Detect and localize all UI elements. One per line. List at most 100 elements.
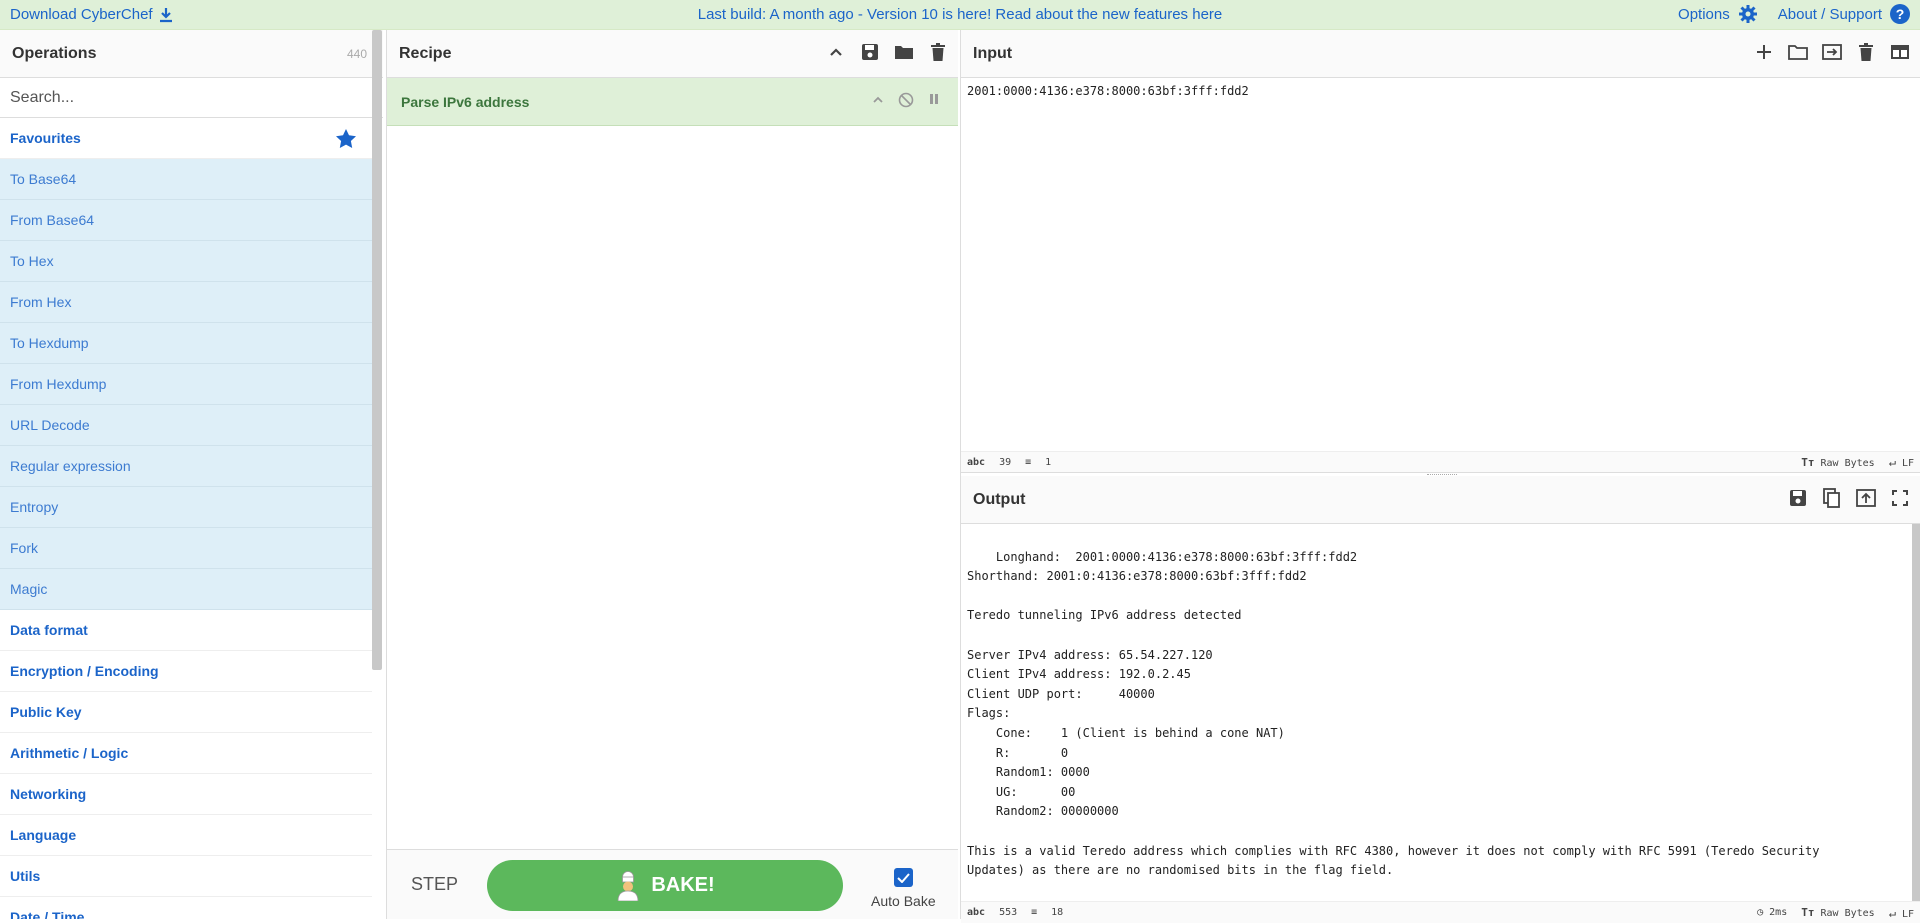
text-format-icon: Tт <box>1801 906 1815 919</box>
bake-area: STEP BAKE! Auto Bake <box>387 849 958 919</box>
recipe-header: Recipe <box>387 30 958 78</box>
download-label[interactable]: Download CyberChef <box>10 6 153 23</box>
line-count-icon: ≡ <box>1025 456 1032 468</box>
auto-bake-label: Auto Bake <box>871 893 936 909</box>
release-notice-link[interactable]: Last build: A month ago - Version 10 is … <box>698 6 1223 23</box>
operation-item[interactable]: From Hexdump <box>0 364 372 405</box>
operation-item[interactable]: Magic <box>0 569 372 610</box>
maximise-output-icon[interactable] <box>1890 488 1910 508</box>
output-encoding-label: Raw Bytes <box>1820 908 1875 919</box>
category-item[interactable]: Language <box>0 815 372 856</box>
options-button[interactable]: Options <box>1678 6 1730 23</box>
category-favourites[interactable]: Favourites <box>0 118 372 159</box>
operations-panel: Operations 440 Favourites To Base64From … <box>0 30 383 919</box>
load-recipe-icon[interactable] <box>894 42 914 62</box>
reset-layout-icon[interactable] <box>1890 42 1910 62</box>
category-item[interactable]: Date / Time <box>0 897 372 919</box>
category-item[interactable]: Networking <box>0 774 372 815</box>
output-content: Longhand: 2001:0000:4136:e378:8000:63bf:… <box>967 549 1820 878</box>
input-char-count: 39 <box>999 456 1012 468</box>
add-input-icon[interactable] <box>1754 42 1774 62</box>
download-icon[interactable] <box>159 7 173 23</box>
char-count-icon: abc <box>967 456 986 468</box>
operations-search-input[interactable] <box>0 78 383 118</box>
operation-item[interactable]: To Hex <box>0 241 372 282</box>
text-format-icon: Tт <box>1801 455 1815 469</box>
recipe-title: Recipe <box>399 44 452 62</box>
operation-item[interactable]: Fork <box>0 528 372 569</box>
bake-time: ◷ 2ms <box>1757 907 1787 918</box>
operations-scrollbar[interactable] <box>372 30 382 670</box>
collapse-operation-icon[interactable] <box>872 92 884 111</box>
star-icon[interactable] <box>336 129 356 148</box>
category-item[interactable]: Utils <box>0 856 372 897</box>
auto-bake-checkbox[interactable] <box>893 868 913 887</box>
operation-item[interactable]: URL Decode <box>0 405 372 446</box>
recipe-operation-name: Parse IPv6 address <box>401 93 530 110</box>
copy-output-icon[interactable] <box>1822 488 1842 508</box>
pause-operation-icon[interactable] <box>928 92 940 111</box>
download-link[interactable]: Download CyberChef <box>10 6 173 23</box>
auto-bake-toggle[interactable]: Auto Bake <box>871 868 936 909</box>
operation-item[interactable]: Entropy <box>0 487 372 528</box>
step-button[interactable]: STEP <box>411 874 458 895</box>
recipe-panel: Recipe Parse IPv6 address STEP BAKE! Aut… <box>386 30 958 919</box>
disable-operation-icon[interactable] <box>898 92 914 111</box>
category-item[interactable]: Public Key <box>0 692 372 733</box>
io-panel: Input 2001:0000:4136:e378:8000:63bf:3fff… <box>960 30 1920 923</box>
line-count-icon: ≡ <box>1031 907 1038 918</box>
output-char-count: 553 <box>999 907 1018 918</box>
operation-item[interactable]: Regular expression <box>0 446 372 487</box>
save-output-icon[interactable] <box>1788 488 1808 508</box>
bake-label: BAKE! <box>651 874 715 896</box>
operations-title: Operations <box>12 44 97 62</box>
recipe-operation[interactable]: Parse IPv6 address <box>387 78 958 126</box>
category-item[interactable]: Encryption / Encoding <box>0 651 372 692</box>
char-count-icon: abc <box>967 907 986 918</box>
operations-header: Operations 440 <box>0 30 383 78</box>
bake-time-label: 2ms <box>1769 907 1788 918</box>
clock-icon: ◷ <box>1757 907 1764 918</box>
output-eol-label: LF <box>1901 908 1914 920</box>
input-encoding-label: Raw Bytes <box>1820 457 1875 469</box>
input-title: Input <box>973 44 1013 62</box>
operation-item[interactable]: From Base64 <box>0 200 372 241</box>
output-status-bar: abc 553 ≡ 18 ◷ 2ms Tт Raw Bytes ↵ LF <box>961 901 1920 923</box>
gear-icon[interactable] <box>1738 4 1758 24</box>
output-scrollbar[interactable] <box>1912 524 1920 901</box>
input-eol-label: LF <box>1901 458 1914 469</box>
input-encoding[interactable]: Tт Raw Bytes <box>1801 456 1874 469</box>
category-label: Favourites <box>10 130 81 146</box>
category-item[interactable]: Data format <box>0 610 372 651</box>
bake-button[interactable]: BAKE! <box>487 860 843 911</box>
output-text[interactable]: Longhand: 2001:0000:4136:e378:8000:63bf:… <box>961 524 1920 901</box>
input-textarea[interactable]: 2001:0000:4136:e378:8000:63bf:3fff:fdd2 <box>961 78 1920 451</box>
chef-icon <box>617 870 639 901</box>
open-folder-icon[interactable] <box>1788 42 1808 62</box>
about-support-button[interactable]: About / Support <box>1778 6 1882 23</box>
output-line-count: 18 <box>1051 907 1064 918</box>
operation-item[interactable]: From Hex <box>0 282 372 323</box>
input-header: Input <box>961 30 1920 78</box>
clear-input-icon[interactable] <box>1856 42 1876 62</box>
collapse-all-icon[interactable] <box>826 42 846 62</box>
clear-recipe-icon[interactable] <box>928 42 948 62</box>
input-line-count: 1 <box>1045 456 1052 468</box>
operation-item[interactable]: To Hexdump <box>0 323 372 364</box>
open-file-icon[interactable] <box>1822 42 1842 62</box>
help-icon[interactable]: ? <box>1890 4 1910 24</box>
input-eol[interactable]: ↵ LF <box>1889 455 1914 469</box>
save-recipe-icon[interactable] <box>860 42 880 62</box>
output-header: Output <box>961 476 1920 524</box>
operations-count: 440 <box>346 46 367 61</box>
output-eol[interactable]: ↵ LF <box>1889 906 1914 920</box>
top-banner: Download CyberChef Last build: A month a… <box>0 0 1920 30</box>
operation-item[interactable]: To Base64 <box>0 159 372 200</box>
category-item[interactable]: Arithmetic / Logic <box>0 733 372 774</box>
input-status-bar: abc 39 ≡ 1 Tт Raw Bytes ↵ LF <box>961 451 1920 473</box>
replace-input-icon[interactable] <box>1856 488 1876 508</box>
output-encoding[interactable]: Tт Raw Bytes <box>1801 906 1874 919</box>
eol-icon: ↵ <box>1888 905 1896 920</box>
output-title: Output <box>973 490 1026 508</box>
eol-icon: ↵ <box>1888 455 1896 469</box>
